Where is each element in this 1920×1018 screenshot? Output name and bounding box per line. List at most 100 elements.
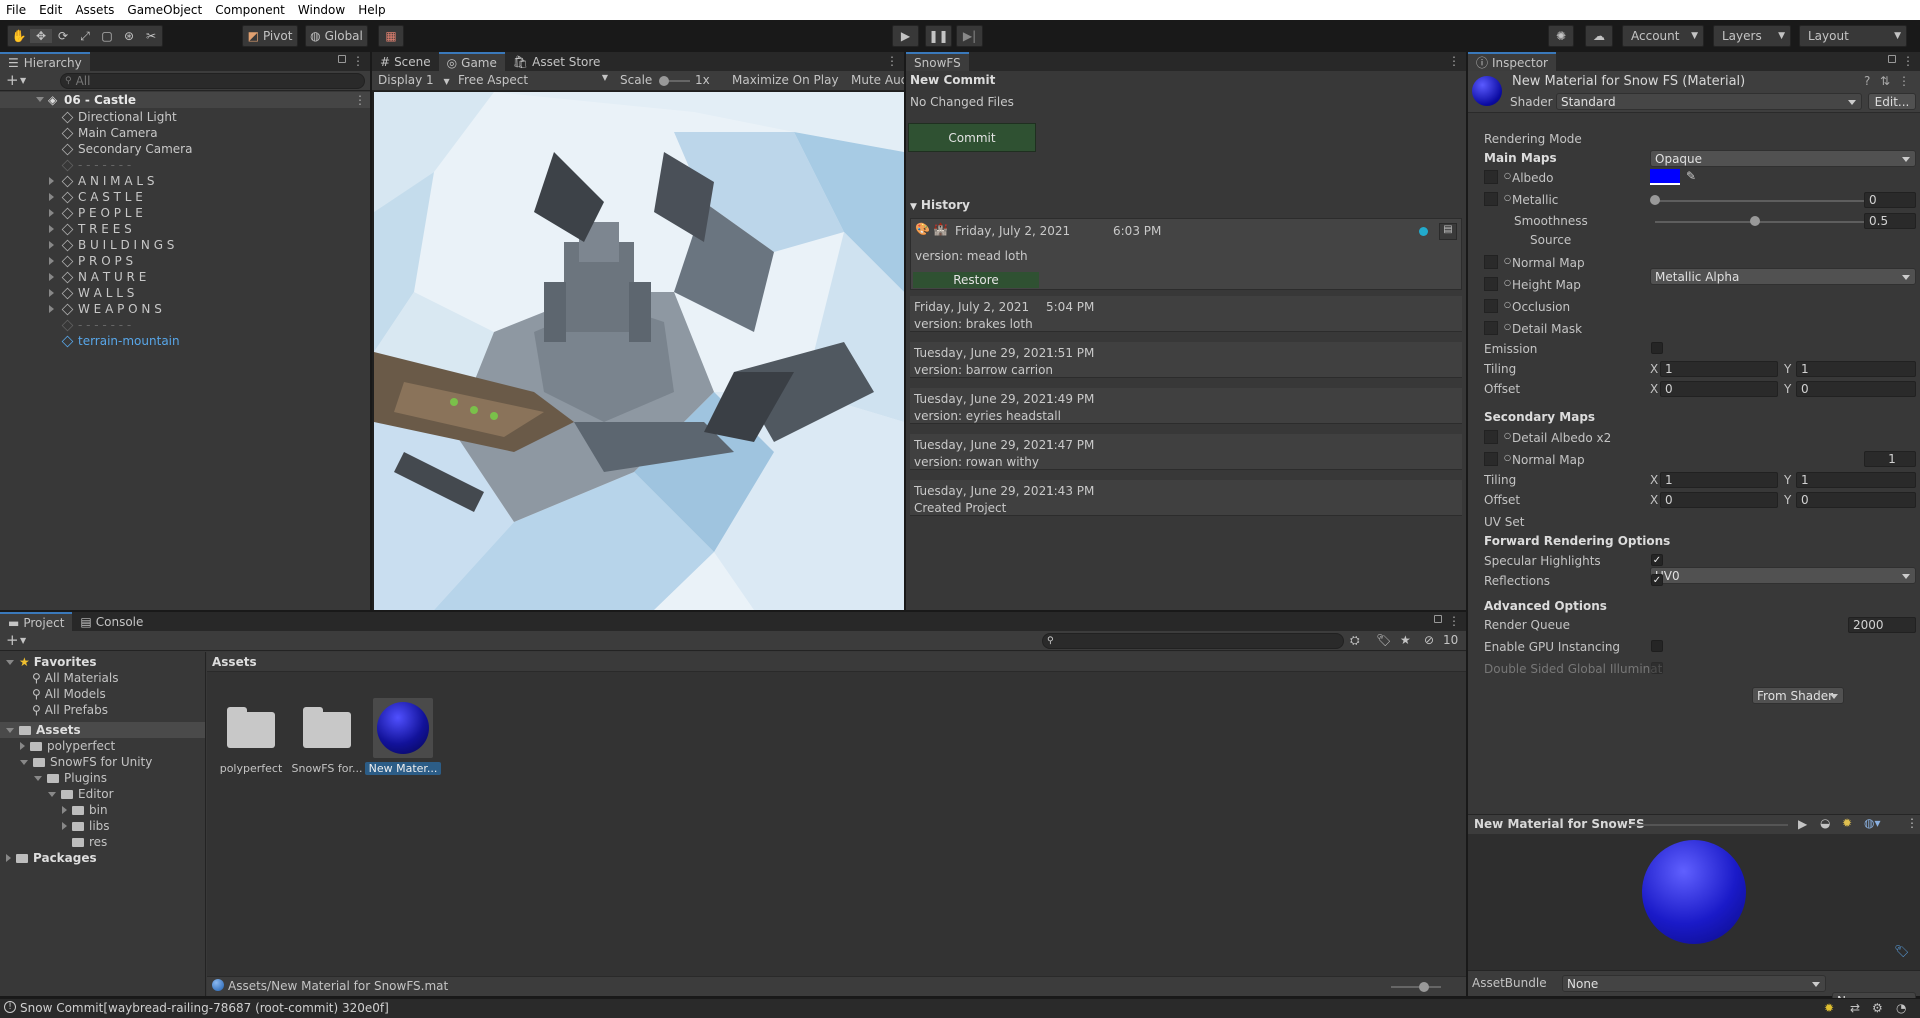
kebab-menu-icon[interactable]: ⋮	[1902, 54, 1914, 68]
rect-tool-icon[interactable]: ▢	[96, 29, 118, 43]
project-search-input[interactable]: ⚲	[1042, 633, 1344, 649]
hand-tool-icon[interactable]: ✋	[8, 29, 30, 43]
commit-history-entry[interactable]: Tuesday, June 29, 2021 1:47 PM version: ro…	[910, 434, 1462, 470]
menu-help[interactable]: Help	[358, 3, 385, 17]
commit-history-entry[interactable]: Tuesday, June 29, 2021 1:43 PM Created Pro…	[910, 480, 1462, 516]
services-button[interactable]: ✺	[1548, 25, 1574, 47]
kebab-menu-icon[interactable]: ⋮	[1898, 74, 1910, 88]
metallic-slider-knob[interactable]	[1650, 195, 1660, 205]
current-commit-entry[interactable]: 🎨 🏰 Friday, July 2, 2021 6:03 PM ▤ versi…	[910, 218, 1462, 290]
clock-icon[interactable]: ◔	[1896, 1001, 1906, 1015]
transform-tool-icon[interactable]: ⊛	[118, 29, 140, 43]
target-icon[interactable]: ○	[1504, 322, 1511, 331]
albedo-color-swatch[interactable]	[1650, 169, 1680, 185]
render-queue-value-field[interactable]: 2000	[1848, 617, 1916, 633]
offset-y-field[interactable]: 0	[1796, 381, 1916, 397]
game-viewport[interactable]	[374, 92, 904, 610]
presets-icon[interactable]: ⇅	[1880, 74, 1890, 88]
filter-label-icon[interactable]: 🏷	[1376, 633, 1391, 647]
hierarchy-item[interactable]: W E A P O N S	[0, 301, 370, 317]
offset2-y-field[interactable]: 0	[1796, 492, 1916, 508]
reflections-checkbox[interactable]: ✓	[1651, 574, 1663, 586]
kebab-menu-icon[interactable]: ⋮	[1906, 816, 1918, 830]
hierarchy-item[interactable]: N A T U R E	[0, 269, 370, 285]
kebab-menu-icon[interactable]: ⋮	[1448, 54, 1460, 68]
eyedropper-icon[interactable]: ✎	[1686, 169, 1696, 183]
texture-slot[interactable]	[1484, 299, 1498, 313]
icon-size-slider-knob[interactable]	[1419, 982, 1429, 992]
collapse-arrow-icon[interactable]	[36, 97, 44, 102]
cloud-button[interactable]: ☁	[1585, 25, 1613, 47]
tab-snowfs[interactable]: SnowFS	[906, 52, 969, 71]
hierarchy-item[interactable]: - - - - - - -	[0, 317, 370, 333]
hierarchy-item[interactable]: Secondary Camera	[0, 141, 370, 157]
menu-file[interactable]: File	[6, 3, 26, 17]
account-dropdown[interactable]: Account ▼	[1622, 25, 1704, 47]
document-icon[interactable]: ▤	[1439, 223, 1457, 240]
folder-tree-item[interactable]: res	[0, 834, 206, 850]
tab-game[interactable]: ◎ Game	[438, 52, 505, 71]
scene-header-row[interactable]: ◈ 06 - Castle ⋮	[0, 92, 370, 108]
auto-generate-lighting-icon[interactable]: ✹	[1824, 1001, 1834, 1015]
aspect-dropdown[interactable]: Free Aspect ▼	[458, 73, 608, 87]
expand-arrow-icon[interactable]	[6, 854, 11, 862]
global-button[interactable]: ◍ Global	[305, 25, 368, 47]
restore-button[interactable]: Restore	[913, 272, 1039, 288]
offset2-x-field[interactable]: 0	[1660, 492, 1778, 508]
expand-arrow-icon[interactable]	[62, 822, 67, 830]
expand-arrow-icon[interactable]	[20, 742, 25, 750]
pivot-button[interactable]: ◩ Pivot	[242, 25, 298, 47]
move-tool-icon[interactable]: ✥	[30, 29, 52, 43]
texture-slot[interactable]	[1484, 277, 1498, 291]
filter-type-icon[interactable]: ⛭	[1350, 633, 1360, 648]
hierarchy-search-input[interactable]: ⚲ All	[60, 73, 365, 89]
target-icon[interactable]: ○	[1504, 171, 1511, 180]
albedo-texture-slot[interactable]	[1484, 170, 1498, 184]
render-queue-mode-dropdown[interactable]: From Shader	[1752, 687, 1844, 704]
sphere-icon[interactable]: ◒	[1820, 816, 1830, 830]
detail-albedo-slot[interactable]	[1484, 430, 1498, 444]
background-icon[interactable]: ◍▾	[1864, 816, 1881, 830]
hierarchy-item[interactable]: terrain-mountain	[0, 333, 370, 349]
expand-arrow-icon[interactable]	[49, 225, 54, 233]
expand-arrow-icon[interactable]	[49, 209, 54, 217]
tab-scene[interactable]: # Scene	[372, 52, 439, 71]
target-icon[interactable]: ○	[1504, 300, 1511, 309]
breadcrumb-assets[interactable]: Assets	[212, 655, 257, 669]
grid-snap-button[interactable]: ▦	[378, 25, 404, 47]
tab-hierarchy[interactable]: ☰ Hierarchy	[0, 52, 90, 71]
hierarchy-item[interactable]: Main Camera	[0, 125, 370, 141]
history-header[interactable]: ▼ History	[910, 198, 970, 212]
hierarchy-item[interactable]: - - - - - - -	[0, 157, 370, 173]
status-message[interactable]: Snow Commit[waybread-railing-78687 (root…	[20, 1001, 389, 1015]
lock-icon[interactable]	[1434, 615, 1442, 623]
lock-icon[interactable]	[338, 55, 346, 63]
favorites-header[interactable]: ★ Favorites	[0, 654, 205, 670]
expand-arrow-icon[interactable]	[49, 177, 54, 185]
folder-tree-item[interactable]: libs	[0, 818, 206, 834]
commit-history-entry[interactable]: Tuesday, June 29, 2021 1:51 PM version: ba…	[910, 342, 1462, 378]
mute-audio-toggle[interactable]: Mute Auc	[851, 73, 904, 87]
tab-console[interactable]: ▤ Console	[72, 612, 152, 631]
add-button[interactable]: +	[6, 631, 19, 649]
detail-normal-slot[interactable]	[1484, 452, 1498, 466]
expand-arrow-icon[interactable]	[49, 257, 54, 265]
smoothness-value-field[interactable]: 0.5	[1864, 213, 1916, 229]
collapse-arrow-icon[interactable]	[48, 791, 56, 797]
menu-window[interactable]: Window	[298, 3, 345, 17]
collapse-arrow-icon[interactable]	[34, 775, 42, 781]
favorite-all-models[interactable]: ⚲ All Models	[0, 686, 205, 702]
target-icon[interactable]: ○	[1504, 193, 1511, 202]
debug-icon[interactable]: ⚙	[1872, 1001, 1883, 1015]
assetbundle-dropdown[interactable]: None	[1562, 975, 1826, 992]
collapse-arrow-icon[interactable]	[20, 759, 28, 765]
chevron-down-icon[interactable]: ▼	[20, 76, 26, 85]
asset-item[interactable]: SnowFS for...	[292, 698, 362, 780]
play-button[interactable]: ▶	[892, 25, 919, 47]
uv-set-dropdown[interactable]: UV0	[1650, 567, 1916, 584]
expand-arrow-icon[interactable]	[62, 806, 67, 814]
expand-arrow-icon[interactable]	[49, 289, 54, 297]
kebab-menu-icon[interactable]: ⋮	[354, 93, 366, 107]
assets-root-row[interactable]: Assets	[0, 722, 205, 738]
commit-history-entry[interactable]: Tuesday, June 29, 2021 1:49 PM version: ey…	[910, 388, 1462, 424]
